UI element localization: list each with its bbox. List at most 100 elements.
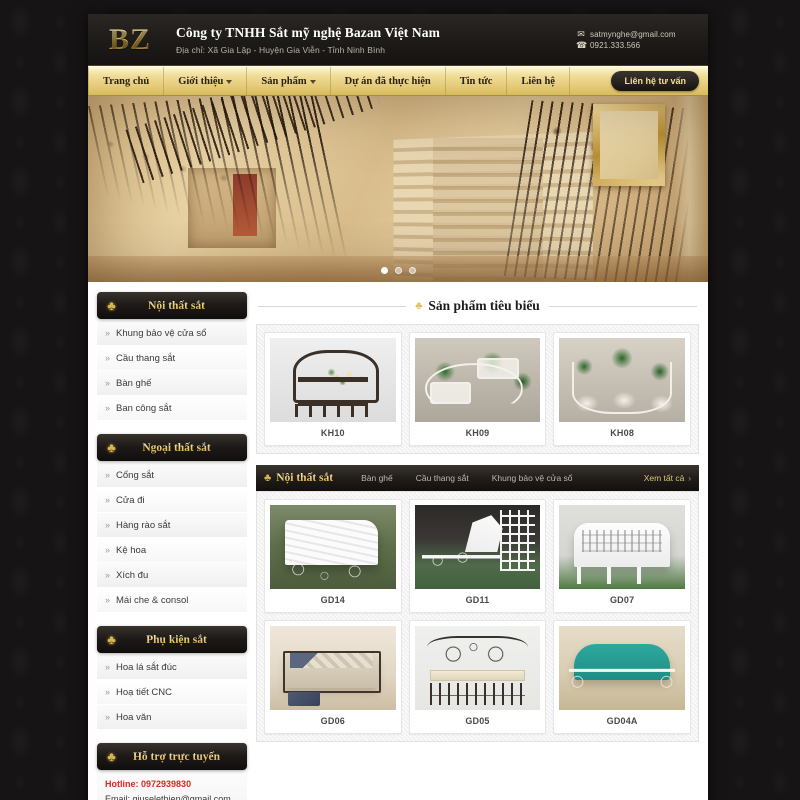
sidebar-item-hoa-tiet-cnc[interactable]: » Hoạ tiết CNC bbox=[97, 680, 247, 705]
chevron-right-icon: » bbox=[105, 594, 111, 605]
product-card-kh09[interactable]: KH09 bbox=[408, 332, 547, 446]
section-bar-noi-that-sat: ♣ Nội thất sắt Bàn ghế Cầu thang sắt Khu… bbox=[256, 465, 699, 491]
sidebar-item-label: Xích đu bbox=[116, 569, 149, 581]
product-code: GD06 bbox=[320, 716, 345, 726]
product-image bbox=[270, 626, 396, 710]
sidebar-item-label: Hàng rào sắt bbox=[116, 519, 171, 531]
product-image bbox=[414, 338, 541, 422]
header-phone-row[interactable]: ☎ 0921.333.566 bbox=[576, 39, 700, 50]
widget-header[interactable]: ♣ Ngoại thất sắt bbox=[97, 434, 247, 461]
product-code: KH10 bbox=[320, 428, 345, 438]
chevron-right-icon: » bbox=[105, 569, 111, 580]
product-card-gd04a[interactable]: GD04A bbox=[553, 620, 691, 734]
product-card-gd06[interactable]: GD06 bbox=[264, 620, 402, 734]
nav-item-tin-tuc[interactable]: Tin tức bbox=[446, 67, 508, 95]
header-contact: ✉ satmynghe@gmail.com ☎ 0921.333.566 bbox=[576, 28, 708, 52]
sidebar-item-ke-hoa[interactable]: » Kệ hoa bbox=[97, 538, 247, 563]
section-product-grid: GD14 GD11 GD07 GD06 GD05 GD04A bbox=[256, 491, 699, 742]
view-all-link[interactable]: Xem tất cả › bbox=[644, 473, 691, 483]
tab-ban-ghe[interactable]: Bàn ghế bbox=[352, 473, 402, 483]
widget-header[interactable]: ♣ Nội thất sắt bbox=[97, 292, 247, 319]
sidebar-item-label: Ban công sắt bbox=[116, 402, 172, 414]
sidebar-item-cua-di[interactable]: » Cửa đi bbox=[97, 488, 247, 513]
chevron-right-icon: » bbox=[105, 519, 111, 530]
fleur-de-lis-icon: ♣ bbox=[415, 300, 423, 312]
widget-title: Hỗ trợ trực tuyến bbox=[120, 751, 247, 763]
sidebar-item-cau-thang-sat[interactable]: » Cầu thang sắt bbox=[97, 346, 247, 371]
contact-consult-button[interactable]: Liên hệ tư vấn bbox=[611, 71, 699, 91]
product-card-gd14[interactable]: GD14 bbox=[264, 499, 402, 613]
product-image bbox=[414, 505, 541, 589]
widget-header[interactable]: ♣ Phụ kiện sắt bbox=[97, 626, 247, 653]
chevron-down-icon bbox=[226, 80, 233, 84]
view-all-label: Xem tất cả bbox=[643, 473, 685, 483]
nav-item-label: Trang chủ bbox=[103, 75, 150, 87]
fleur-de-lis-icon: ♣ bbox=[264, 472, 272, 484]
sidebar: ♣ Nội thất sắt » Khung bảo vệ cửa sổ » C… bbox=[97, 292, 247, 800]
product-code: GD05 bbox=[465, 716, 490, 726]
sidebar-widget-support: ♣ Hỗ trợ trực tuyến Hotline: 0972939830 … bbox=[97, 743, 247, 800]
widget-header[interactable]: ♣ Hỗ trợ trực tuyến bbox=[97, 743, 247, 770]
sidebar-item-xich-du[interactable]: » Xích đu bbox=[97, 563, 247, 588]
product-card-gd07[interactable]: GD07 bbox=[553, 499, 691, 613]
sidebar-item-khung-bao-ve-cua-so[interactable]: » Khung bảo vệ cửa sổ bbox=[97, 321, 247, 346]
sidebar-widget-noi-that-sat: ♣ Nội thất sắt » Khung bảo vệ cửa sổ » C… bbox=[97, 292, 247, 421]
hero-dot-2[interactable] bbox=[394, 267, 402, 274]
product-card-kh10[interactable]: KH10 bbox=[264, 332, 402, 446]
nav-item-trang-chu[interactable]: Trang chủ bbox=[88, 67, 165, 95]
product-image bbox=[414, 626, 541, 710]
sidebar-item-label: Kệ hoa bbox=[116, 544, 147, 556]
widget-body: » Hoa lá sắt đúc » Hoạ tiết CNC » Hoa vă… bbox=[97, 653, 247, 730]
fleur-de-lis-icon: ♣ bbox=[107, 632, 116, 647]
sidebar-item-hang-rao-sat[interactable]: » Hàng rào sắt bbox=[97, 513, 247, 538]
sidebar-item-cong-sat[interactable]: » Cổng sắt bbox=[97, 463, 247, 488]
sidebar-item-mai-che-consol[interactable]: » Mái che & consol bbox=[97, 588, 247, 613]
tab-khung-bao-ve-cua-so[interactable]: Khung bảo vệ cửa sổ bbox=[483, 473, 582, 483]
logo[interactable]: BZ bbox=[88, 24, 172, 55]
main-nav: Trang chủ Giới thiệu Sản phẩm Dự án đã t… bbox=[88, 66, 708, 96]
product-card-kh08[interactable]: KH08 bbox=[553, 332, 691, 446]
nav-item-du-an[interactable]: Dự án đã thực hiện bbox=[331, 67, 446, 95]
widget-body: » Khung bảo vệ cửa sổ » Cầu thang sắt » … bbox=[97, 319, 247, 421]
product-code: GD11 bbox=[465, 595, 490, 605]
header-email-row[interactable]: ✉ satmynghe@gmail.com bbox=[576, 29, 700, 39]
sidebar-item-label: Hoạ tiết CNC bbox=[116, 686, 172, 698]
sidebar-item-hoa-van[interactable]: » Hoa văn bbox=[97, 705, 247, 730]
chevron-right-icon: » bbox=[105, 402, 111, 413]
sidebar-item-label: Khung bảo vệ cửa sổ bbox=[116, 327, 207, 339]
tab-cau-thang-sat[interactable]: Cầu thang sắt bbox=[407, 473, 478, 483]
product-card-gd11[interactable]: GD11 bbox=[408, 499, 547, 613]
product-card-gd05[interactable]: GD05 bbox=[408, 620, 547, 734]
divider-left bbox=[258, 305, 407, 307]
nav-item-gioi-thieu[interactable]: Giới thiệu bbox=[164, 67, 248, 95]
sidebar-item-ban-cong-sat[interactable]: » Ban công sắt bbox=[97, 396, 247, 421]
sidebar-item-label: Mái che & consol bbox=[116, 594, 189, 606]
phone-icon: ☎ bbox=[576, 39, 588, 50]
product-image bbox=[270, 505, 396, 589]
widget-body: » Cổng sắt » Cửa đi » Hàng rào sắt » Kệ … bbox=[97, 461, 247, 613]
header-email: satmynghe@gmail.com bbox=[590, 29, 676, 39]
hero-dot-1[interactable] bbox=[380, 267, 388, 274]
hero-slider[interactable] bbox=[88, 96, 708, 282]
product-code: KH09 bbox=[465, 428, 490, 438]
hero-dot-3[interactable] bbox=[408, 267, 416, 274]
chevron-right-icon: » bbox=[105, 494, 111, 505]
sidebar-item-hoa-la-sat-duc[interactable]: » Hoa lá sắt đúc bbox=[97, 655, 247, 680]
widget-title: Nội thất sắt bbox=[120, 300, 247, 312]
nav-item-lien-he[interactable]: Liên hệ bbox=[507, 67, 570, 95]
support-email[interactable]: Email: giuselethien@gmail.com bbox=[105, 792, 239, 800]
fleur-de-lis-icon: ♣ bbox=[107, 440, 116, 455]
support-hotline[interactable]: Hotline: 0972939830 bbox=[105, 777, 239, 792]
main-column: ♣ Sản phẩm tiêu biểu KH10 KH09 KH08 ♣ Nộ… bbox=[256, 292, 699, 742]
sidebar-item-label: Cầu thang sắt bbox=[116, 352, 176, 364]
chevron-right-icon: » bbox=[105, 711, 111, 722]
sidebar-item-ban-ghe[interactable]: » Bàn ghế bbox=[97, 371, 247, 396]
sidebar-widget-ngoai-that-sat: ♣ Ngoại thất sắt » Cổng sắt » Cửa đi » H… bbox=[97, 434, 247, 613]
content-area: ♣ Nội thất sắt » Khung bảo vệ cửa sổ » C… bbox=[88, 282, 708, 800]
sidebar-item-label: Hoa văn bbox=[116, 711, 152, 723]
site-header: BZ Công ty TNHH Sắt mỹ nghệ Bazan Việt N… bbox=[88, 14, 708, 66]
chevron-right-icon: » bbox=[105, 327, 111, 338]
nav-item-san-pham[interactable]: Sản phẩm bbox=[247, 67, 331, 95]
product-code: GD14 bbox=[320, 595, 345, 605]
